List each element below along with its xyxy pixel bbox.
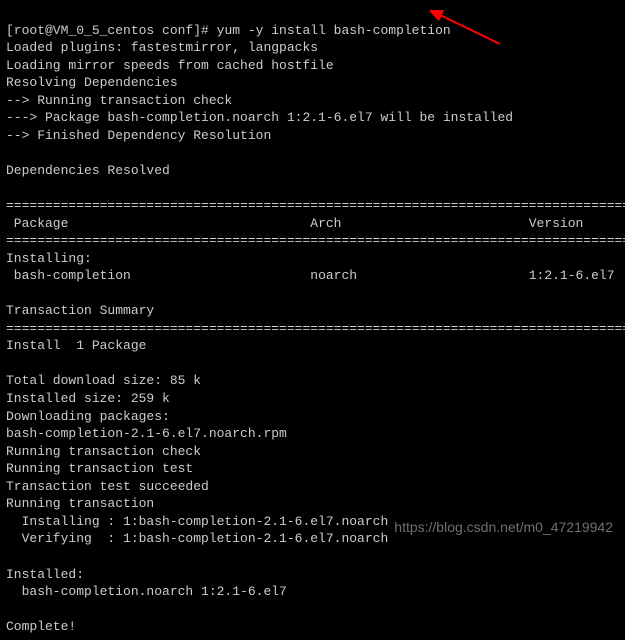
run-txn-test: Running transaction test: [6, 461, 193, 476]
divider: ========================================…: [6, 321, 625, 336]
txn-test-ok: Transaction test succeeded: [6, 479, 209, 494]
divider: ========================================…: [6, 198, 625, 213]
pkg-arch: noarch: [310, 268, 357, 283]
downloading: Downloading packages:: [6, 409, 170, 424]
line-package-install: ---> Package bash-completion.noarch 1:2.…: [6, 110, 513, 125]
pkg-name: bash-completion: [6, 268, 131, 283]
run-txn: Running transaction: [6, 496, 154, 511]
pkg-version: 1:2.1-6.el7: [529, 268, 615, 283]
line-loaded-plugins: Loaded plugins: fastestmirror, langpacks: [6, 40, 318, 55]
line-running-check: --> Running transaction check: [6, 93, 232, 108]
installed-label: Installed:: [6, 567, 84, 582]
header-package: Package: [6, 216, 68, 231]
txn-summary: Transaction Summary: [6, 303, 154, 318]
line-loading-mirror: Loading mirror speeds from cached hostfi…: [6, 58, 334, 73]
watermark-text: https://blog.csdn.net/m0_47219942: [394, 518, 613, 537]
header-version: Version: [529, 216, 584, 231]
verifying-line: Verifying : 1:bash-completion-2.1-6.el7.…: [6, 531, 388, 546]
installed-size: Installed size: 259 k: [6, 391, 170, 406]
terminal-output: [root@VM_0_5_centos conf]# yum -y instal…: [0, 0, 625, 640]
install-count: Install 1 Package: [6, 338, 146, 353]
line-resolving: Resolving Dependencies: [6, 75, 178, 90]
total-dl: Total download size: 85 k: [6, 373, 201, 388]
divider: ========================================…: [6, 233, 625, 248]
prompt-command: yum -y install bash-completion: [217, 23, 451, 38]
installing-label: Installing:: [6, 251, 92, 266]
installing-line: Installing : 1:bash-completion-2.1-6.el7…: [6, 514, 388, 529]
complete: Complete!: [6, 619, 76, 634]
line-deps-resolved: Dependencies Resolved: [6, 163, 170, 178]
installed-pkg: bash-completion.noarch 1:2.1-6.el7: [6, 584, 287, 599]
run-txn-check: Running transaction check: [6, 444, 201, 459]
header-arch: Arch: [310, 216, 341, 231]
line-finished-dep: --> Finished Dependency Resolution: [6, 128, 271, 143]
prompt-prefix: [root@VM_0_5_centos conf]#: [6, 23, 217, 38]
rpm-file: bash-completion-2.1-6.el7.noarch.rpm: [6, 426, 287, 441]
